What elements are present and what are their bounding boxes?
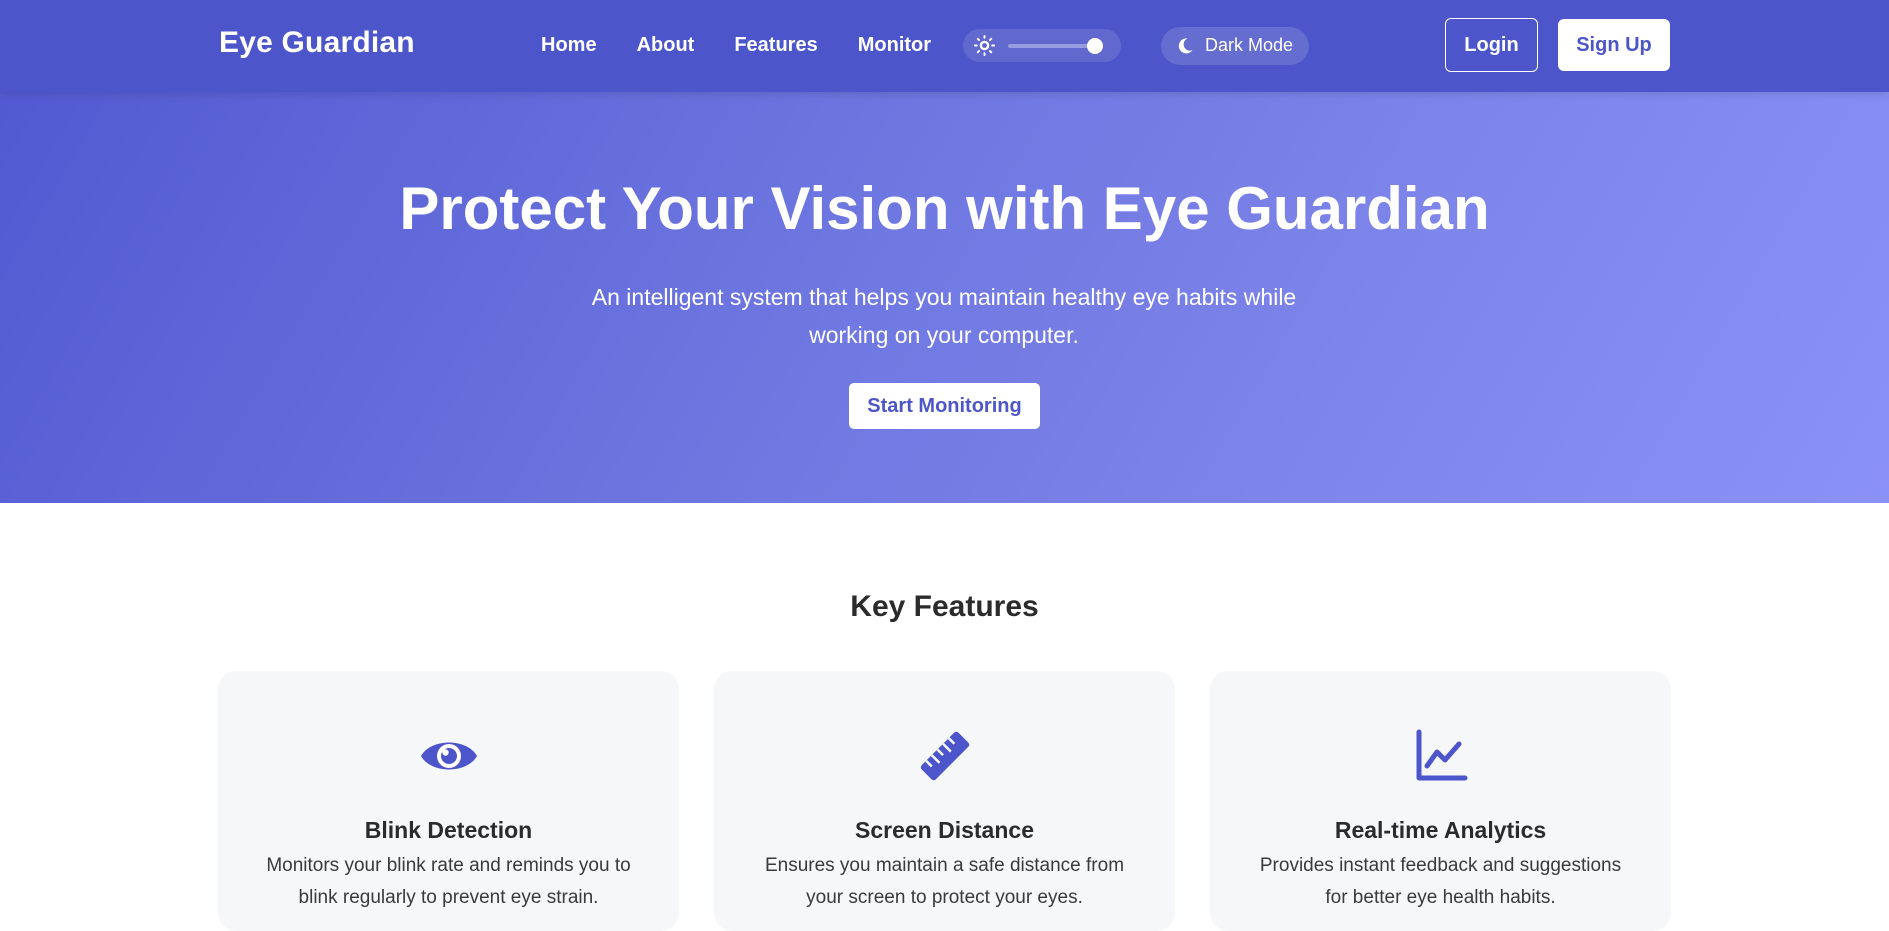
hero-subtitle: An intelligent system that helps you mai… [591,284,1297,348]
navbar: Eye Guardian Home About Features Monitor [0,0,1889,92]
feature-card-blink-detection: Blink Detection Monitors your blink rate… [218,671,679,931]
features-heading: Key Features [850,590,1039,623]
dark-mode-label: Dark Mode [1205,35,1294,55]
chart-line-icon [1416,729,1467,781]
hero-section: Protect Your Vision with Eye Guardian An… [0,92,1889,503]
nav-link-about[interactable]: About [637,34,695,57]
ruler-icon [920,731,969,781]
nav-link-features[interactable]: Features [734,34,817,57]
feature-card-real-time-analytics: Real-time Analytics Provides instant fee… [1210,671,1671,931]
feature-title: Screen Distance [855,817,1034,843]
eye-icon [420,742,477,770]
brightness-thumb[interactable] [1086,38,1103,54]
feature-title: Real-time Analytics [1334,817,1547,843]
nav-link-home[interactable]: Home [541,34,597,57]
login-button[interactable]: Login [1445,18,1538,72]
feature-description: Monitors your blink rate and reminds you… [266,855,631,908]
signup-button[interactable]: Sign Up [1558,19,1670,71]
feature-description: Provides instant feedback and suggestion… [1259,855,1622,908]
hero-title: Protect Your Vision with Eye Guardian [399,175,1490,242]
feature-card-screen-distance: Screen Distance Ensures you maintain a s… [714,671,1175,931]
sun-icon [973,34,996,57]
start-monitoring-button[interactable]: Start Monitoring [849,383,1040,429]
moon-icon [1178,38,1193,54]
nav-links: Home About Features Monitor [541,34,931,57]
dark-mode-toggle[interactable]: Dark Mode [1161,27,1309,65]
nav-link-monitor[interactable]: Monitor [858,34,931,57]
feature-title: Blink Detection [364,817,533,843]
brand-logo[interactable]: Eye Guardian [219,26,415,60]
feature-description: Ensures you maintain a safe distance fro… [764,855,1125,908]
brightness-slider[interactable] [963,29,1121,62]
